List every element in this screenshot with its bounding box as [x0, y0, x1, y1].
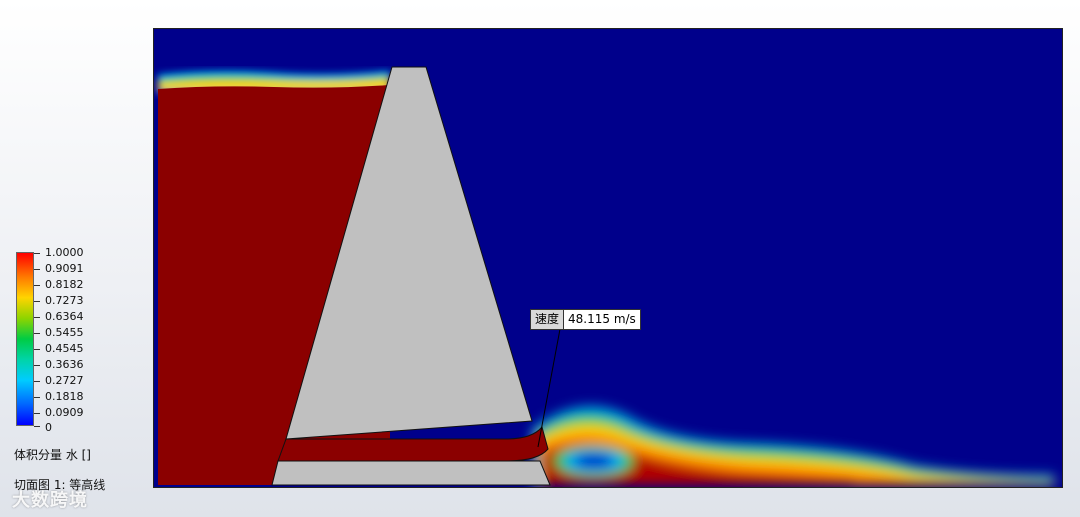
legend-tick [34, 269, 40, 270]
legend-tick-label: 0.3636 [45, 358, 84, 371]
legend-tick [34, 349, 40, 350]
legend-tick [34, 333, 40, 334]
legend-tick [34, 397, 40, 398]
legend-tick-label: 0.1818 [45, 390, 84, 403]
legend-tick [34, 253, 40, 254]
legend-tick-label: 0.9091 [45, 262, 84, 275]
legend-tick [34, 285, 40, 286]
cfd-viewport[interactable] [153, 28, 1063, 488]
legend-colorbar [16, 252, 34, 426]
watermark-text: 大数跨境 [12, 490, 88, 511]
contour-plot [154, 29, 1062, 487]
legend-tick-label: 0.7273 [45, 294, 84, 307]
legend-tick [34, 365, 40, 366]
dam-base [271, 460, 551, 486]
probe-value: 48.115 m/s [568, 312, 636, 326]
probe-label: 速度 [531, 310, 565, 329]
legend-tick-label: 0.2727 [45, 374, 84, 387]
legend-tick-label: 0.8182 [45, 278, 84, 291]
legend-tick-label: 0.4545 [45, 342, 84, 355]
legend-tick-label: 1.0000 [45, 246, 84, 259]
legend-tick [34, 426, 40, 427]
legend-tick [34, 413, 40, 414]
velocity-probe[interactable]: 速度 48.115 m/s [530, 309, 641, 330]
color-legend: 1.0000 0.9091 0.8182 0.7273 0.6364 0.545… [14, 246, 134, 440]
legend-title: 体积分量 水 [] [14, 448, 91, 462]
legend-tick [34, 317, 40, 318]
legend-tick-label: 0.5455 [45, 326, 84, 339]
legend-tick-label: 0.6364 [45, 310, 84, 323]
legend-tick [34, 381, 40, 382]
legend-tick-label: 0.0909 [45, 406, 84, 419]
legend-tick-label: 0 [45, 421, 52, 434]
legend-tick [34, 301, 40, 302]
